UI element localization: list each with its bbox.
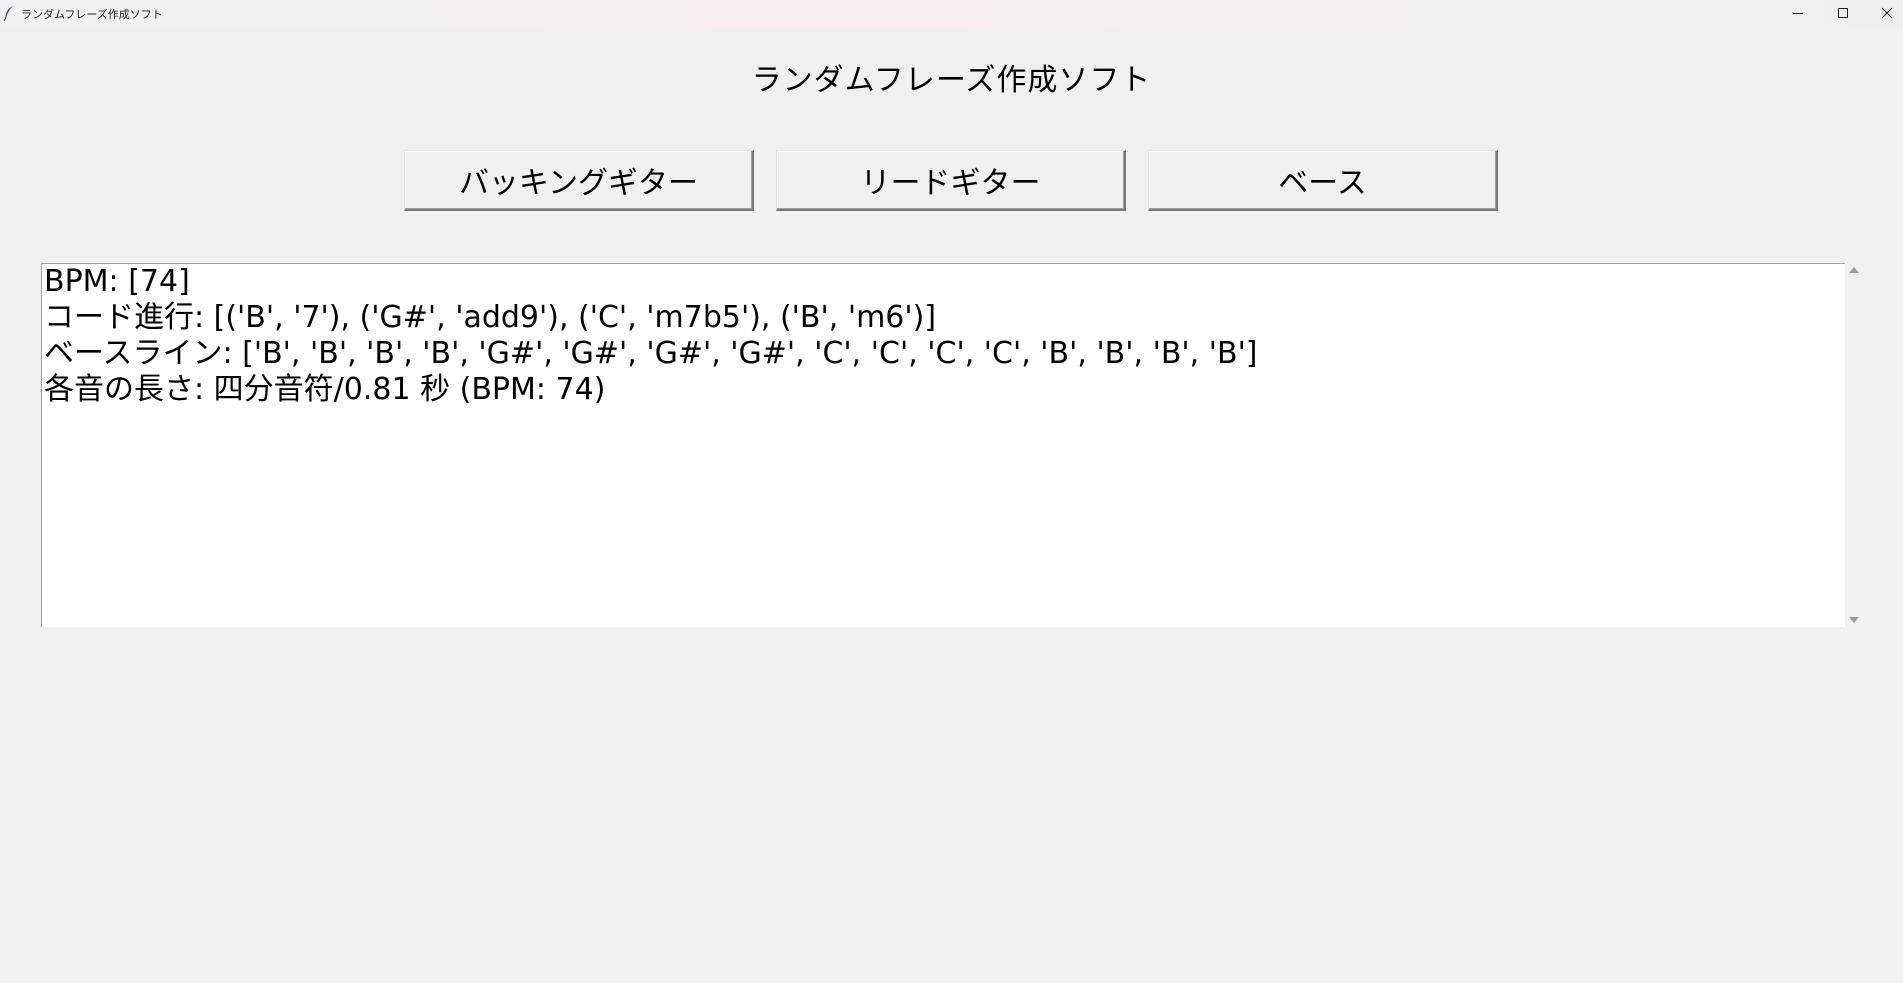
output-line-note-length: 各音の長さ: 四分音符/0.81 秒 (BPM: 74): [44, 372, 606, 407]
close-button[interactable]: [1864, 0, 1903, 27]
maximize-icon: [1837, 4, 1849, 23]
feather-icon: [3, 5, 15, 22]
vertical-scrollbar[interactable]: [1845, 263, 1863, 627]
app-window: ランダムフレーズ作成ソフト ランダムフレーズ作成ソフト バッキングギター リード…: [0, 0, 1903, 983]
output-line-bassline: ベースライン: ['B', 'B', 'B', 'B', 'G#', 'G#',…: [44, 336, 1258, 371]
window-title: ランダムフレーズ作成ソフト: [21, 8, 163, 21]
lead-guitar-button[interactable]: リードギター: [776, 150, 1126, 211]
close-icon: [1881, 4, 1893, 23]
scroll-down-arrow-icon[interactable]: [1849, 617, 1859, 623]
minimize-button[interactable]: [1775, 0, 1821, 27]
minimize-icon: [1792, 4, 1804, 23]
output-line-bpm: BPM: [74]: [44, 264, 190, 299]
backing-guitar-button[interactable]: バッキングギター: [404, 150, 754, 211]
scroll-up-arrow-icon[interactable]: [1849, 267, 1859, 273]
page-title: ランダムフレーズ作成ソフト: [751, 63, 1152, 98]
title-bar[interactable]: ランダムフレーズ作成ソフト: [0, 0, 1903, 27]
output-text-area[interactable]: BPM: [74] コード進行: [('B', '7'), ('G#', 'ad…: [41, 263, 1845, 627]
bass-button[interactable]: ベース: [1148, 150, 1498, 211]
maximize-button[interactable]: [1820, 0, 1866, 27]
output-line-chord-progression: コード進行: [('B', '7'), ('G#', 'add9'), ('C'…: [44, 300, 937, 335]
